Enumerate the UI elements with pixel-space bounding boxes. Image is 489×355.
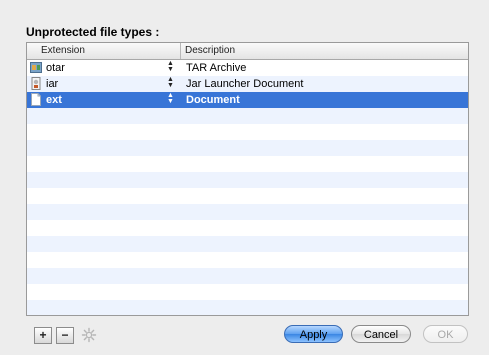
file-types-table[interactable]: Extension Description otar ▲ ▼ TAR Archiv… xyxy=(26,42,469,316)
add-button[interactable]: + xyxy=(34,327,52,344)
empty-row xyxy=(27,300,468,315)
dialog-panel: Unprotected file types : Extension Descr… xyxy=(0,0,489,355)
empty-row xyxy=(27,284,468,300)
jar-launcher-icon xyxy=(30,77,42,90)
extension-cell[interactable]: iar xyxy=(46,76,58,92)
updown-stepper-icon[interactable]: ▲ ▼ xyxy=(167,92,174,107)
apply-button[interactable]: Apply xyxy=(284,325,343,343)
empty-row xyxy=(27,124,468,140)
empty-row xyxy=(27,188,468,204)
tar-archive-icon xyxy=(30,61,42,74)
empty-row xyxy=(27,204,468,220)
cancel-button[interactable]: Cancel xyxy=(351,325,411,343)
table-rows: otar ▲ ▼ TAR Archive iar ▲ ▼ Jar Launcher … xyxy=(27,60,468,315)
remove-button[interactable]: − xyxy=(56,327,74,344)
description-cell[interactable]: TAR Archive xyxy=(186,60,246,76)
ok-button[interactable]: OK xyxy=(423,325,468,343)
empty-row xyxy=(27,156,468,172)
empty-row xyxy=(27,268,468,284)
table-row[interactable]: iar ▲ ▼ Jar Launcher Document xyxy=(27,76,468,92)
empty-row xyxy=(27,220,468,236)
column-header-description[interactable]: Description xyxy=(181,43,468,59)
document-icon xyxy=(30,93,42,106)
description-cell[interactable]: Jar Launcher Document xyxy=(186,76,303,92)
table-row[interactable]: otar ▲ ▼ TAR Archive xyxy=(27,60,468,76)
empty-row xyxy=(27,172,468,188)
extension-cell[interactable]: ext xyxy=(46,92,62,108)
empty-row xyxy=(27,236,468,252)
empty-row xyxy=(27,140,468,156)
updown-stepper-icon[interactable]: ▲ ▼ xyxy=(167,60,174,75)
empty-row xyxy=(27,252,468,268)
empty-row xyxy=(27,108,468,124)
description-cell[interactable]: Document xyxy=(186,92,240,108)
extension-cell[interactable]: otar xyxy=(46,60,65,76)
updown-stepper-icon[interactable]: ▲ ▼ xyxy=(167,76,174,91)
table-row[interactable]: ext ▲ ▼ Document xyxy=(27,92,468,108)
table-header: Extension Description xyxy=(27,43,468,60)
column-header-extension[interactable]: Extension xyxy=(27,43,181,59)
gear-icon[interactable] xyxy=(81,327,97,343)
section-title: Unprotected file types : xyxy=(26,25,160,39)
